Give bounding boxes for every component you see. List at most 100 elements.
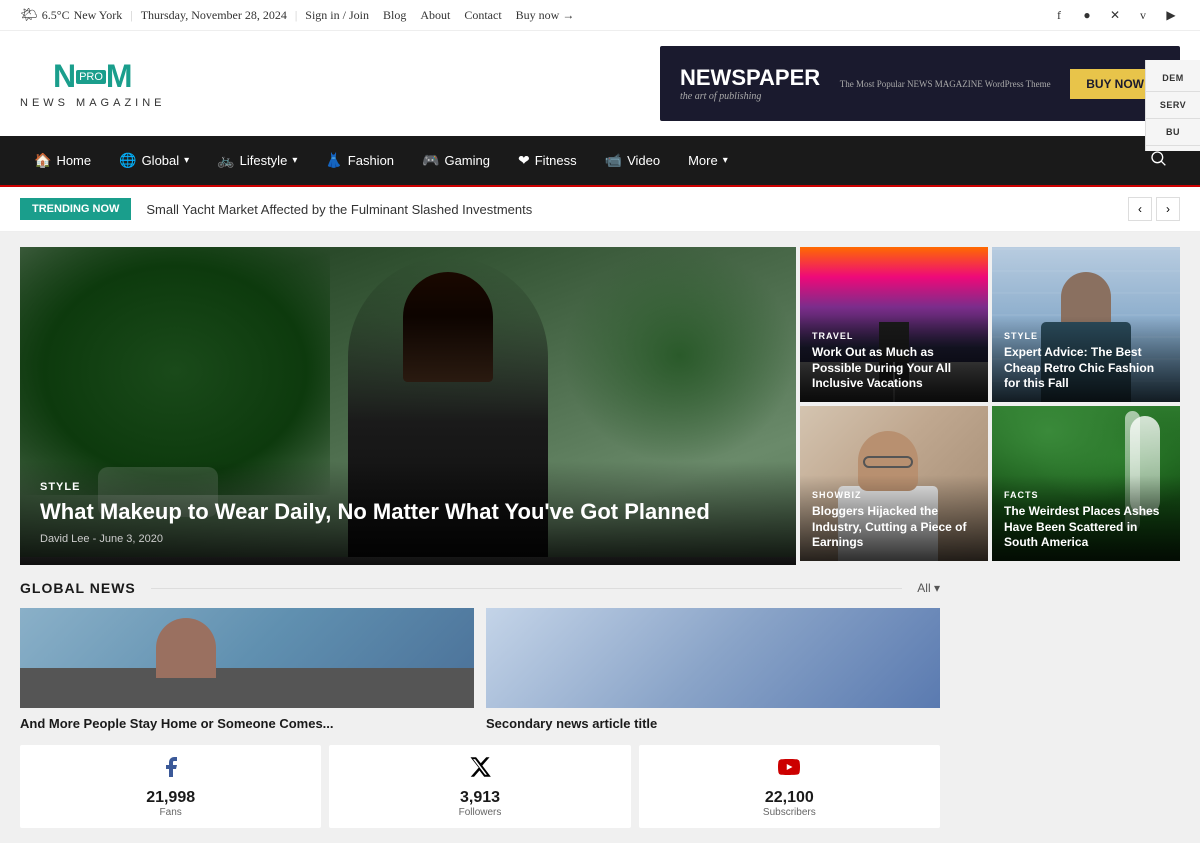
logo-image: N PRO M	[53, 58, 133, 95]
showbiz-card-overlay: SHOWBIZ Bloggers Hijacked the Industry, …	[800, 475, 988, 561]
all-filter-button[interactable]: All ▾	[917, 581, 940, 595]
nav-fitness-label: Fitness	[535, 153, 577, 168]
main-nav: 🏠 Home 🌐 Global ▾ 🚲 Lifestyle ▾ 👗 Fashio…	[0, 136, 1200, 187]
top-bar: 🌤 6.5°C New York | Thursday, November 28…	[0, 0, 1200, 31]
nav-home-label: Home	[56, 153, 91, 168]
trending-next-button[interactable]: ›	[1156, 197, 1180, 221]
weather: 🌤 6.5°C New York	[20, 7, 122, 24]
global-icon: 🌐	[119, 152, 136, 169]
vimeo-icon[interactable]: v	[1134, 6, 1152, 24]
twitter-count: 3,913	[337, 789, 622, 807]
travel-title: Work Out as Much as Possible During Your…	[812, 345, 976, 392]
showbiz-title: Bloggers Hijacked the Industry, Cutting …	[812, 504, 976, 551]
ad-description: The Most Popular NEWS MAGAZINE WordPress…	[840, 79, 1051, 89]
video-icon: 📹	[605, 152, 622, 169]
ad-banner[interactable]: NEWSPAPER the art of publishing The Most…	[660, 46, 1180, 121]
buy-now-top-link[interactable]: Buy now →	[516, 8, 575, 23]
side-panel-item-2[interactable]: SERV	[1146, 92, 1200, 119]
nav-global[interactable]: 🌐 Global ▾	[105, 138, 203, 183]
hero-title: What Makeup to Wear Daily, No Matter Wha…	[40, 499, 776, 525]
nav-more[interactable]: More ▾	[674, 139, 742, 182]
trending-text: Small Yacht Market Affected by the Fulmi…	[146, 202, 1113, 217]
nav-items: 🏠 Home 🌐 Global ▾ 🚲 Lifestyle ▾ 👗 Fashio…	[20, 138, 742, 183]
style-card[interactable]: STYLE Expert Advice: The Best Cheap Retr…	[992, 247, 1180, 402]
blog-link[interactable]: Blog	[383, 8, 406, 23]
news-card-1[interactable]: And More People Stay Home or Someone Com…	[20, 608, 474, 733]
style-card-overlay: STYLE Expert Advice: The Best Cheap Retr…	[992, 316, 1180, 402]
facts-category: FACTS	[1004, 490, 1168, 500]
news-card-2-image	[486, 608, 940, 708]
travel-card[interactable]: TRAVEL Work Out as Much as Possible Duri…	[800, 247, 988, 402]
nav-gaming-label: Gaming	[444, 153, 490, 168]
signin-link[interactable]: Sign in / Join	[305, 8, 369, 23]
main-content: STYLE What Makeup to Wear Daily, No Matt…	[0, 232, 1200, 843]
instagram-icon[interactable]: ●	[1078, 6, 1096, 24]
hero-meta: David Lee - June 3, 2020	[40, 533, 776, 545]
news-card-1-image	[20, 608, 474, 708]
hero-category: STYLE	[40, 481, 776, 493]
youtube-stat-icon	[647, 755, 932, 785]
about-link[interactable]: About	[420, 8, 450, 23]
facebook-stat[interactable]: 21,998 Fans	[20, 745, 321, 828]
hero-author: David Lee	[40, 533, 90, 545]
temperature: 6.5°C	[42, 8, 70, 23]
top-nav: Sign in / Join Blog About Contact Buy no…	[305, 8, 574, 23]
twitter-label: Followers	[337, 807, 622, 818]
youtube-icon[interactable]: ▶	[1162, 6, 1180, 24]
trending-prev-button[interactable]: ‹	[1128, 197, 1152, 221]
ad-tagline: the art of publishing	[680, 91, 820, 102]
news-card-2[interactable]: Secondary news article title	[486, 608, 940, 733]
style-title: Expert Advice: The Best Cheap Retro Chic…	[1004, 345, 1168, 392]
ad-left: NEWSPAPER the art of publishing	[680, 65, 820, 102]
nav-home[interactable]: 🏠 Home	[20, 138, 105, 183]
hero-overlay: STYLE What Makeup to Wear Daily, No Matt…	[20, 461, 796, 565]
showbiz-card[interactable]: SHOWBIZ Bloggers Hijacked the Industry, …	[800, 406, 988, 561]
nav-video[interactable]: 📹 Video	[591, 138, 674, 183]
ad-title: NEWSPAPER	[680, 65, 820, 91]
facts-card[interactable]: FACTS The Weirdest Places Ashes Have Bee…	[992, 406, 1180, 561]
fashion-icon: 👗	[325, 152, 342, 169]
chevron-down-icon: ▾	[723, 155, 728, 166]
contact-link[interactable]: Contact	[464, 8, 501, 23]
trending-nav: ‹ ›	[1128, 197, 1180, 221]
header: N PRO M NEWS MAGAZINE NEWSPAPER the art …	[0, 31, 1200, 136]
nav-fitness[interactable]: ❤ Fitness	[504, 138, 591, 183]
top-bar-left: 🌤 6.5°C New York | Thursday, November 28…	[20, 7, 574, 24]
x-twitter-icon[interactable]: ✕	[1106, 6, 1124, 24]
logo: N PRO M NEWS MAGAZINE	[20, 58, 166, 109]
global-news-section: GLOBAL NEWS All ▾ And More People Stay H…	[20, 580, 940, 828]
youtube-count: 22,100	[647, 789, 932, 807]
nav-gaming[interactable]: 🎮 Gaming	[408, 138, 504, 183]
side-panel: DEM SERV BU	[1145, 60, 1200, 151]
nav-fashion[interactable]: 👗 Fashion	[311, 138, 408, 183]
date: Thursday, November 28, 2024	[141, 8, 287, 23]
right-article-grid: TRAVEL Work Out as Much as Possible Duri…	[800, 247, 1180, 561]
side-panel-item-3[interactable]: BU	[1146, 119, 1200, 146]
showbiz-category: SHOWBIZ	[812, 490, 976, 500]
logo-subtitle: NEWS MAGAZINE	[20, 97, 166, 109]
youtube-label: Subscribers	[647, 807, 932, 818]
facebook-label: Fans	[28, 807, 313, 818]
logo-pro-badge: PRO	[76, 70, 106, 84]
logo-n: N	[53, 58, 76, 95]
facebook-icon[interactable]: f	[1050, 6, 1068, 24]
nav-lifestyle-label: Lifestyle	[240, 153, 288, 168]
nav-lifestyle[interactable]: 🚲 Lifestyle ▾	[203, 138, 311, 183]
style-category: STYLE	[1004, 331, 1168, 341]
hero-main-article[interactable]: STYLE What Makeup to Wear Daily, No Matt…	[20, 247, 796, 565]
news-card-1-title: And More People Stay Home or Someone Com…	[20, 716, 474, 733]
location: New York	[74, 8, 123, 23]
travel-category: TRAVEL	[812, 331, 976, 341]
news-card-2-title: Secondary news article title	[486, 716, 940, 733]
travel-card-overlay: TRAVEL Work Out as Much as Possible Duri…	[800, 316, 988, 402]
facts-title: The Weirdest Places Ashes Have Been Scat…	[1004, 504, 1168, 551]
global-news-title: GLOBAL NEWS	[20, 580, 136, 596]
twitter-stat[interactable]: 3,913 Followers	[329, 745, 630, 828]
weather-icon: 🌤	[20, 7, 38, 24]
social-icons-bar: f ● ✕ v ▶	[1050, 6, 1180, 24]
chevron-down-icon: ▾	[292, 155, 297, 166]
side-panel-item-1[interactable]: DEM	[1146, 65, 1200, 92]
nav-video-label: Video	[627, 153, 660, 168]
news-cards: And More People Stay Home or Someone Com…	[20, 608, 940, 733]
youtube-stat[interactable]: 22,100 Subscribers	[639, 745, 940, 828]
